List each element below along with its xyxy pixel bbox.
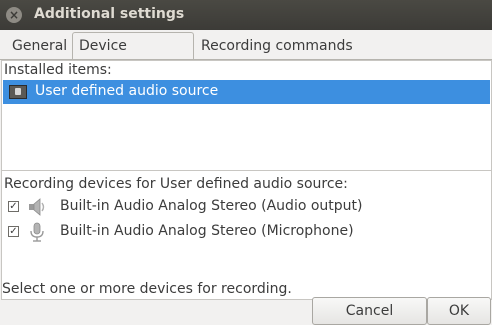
status-message: Select one or more devices for recording… — [2, 281, 292, 297]
installed-items-list: Installed items: User defined audio sour… — [1, 60, 492, 172]
audio-source-icon — [9, 85, 27, 99]
cancel-button[interactable]: Cancel — [312, 297, 427, 325]
list-item-label: User defined audio source — [35, 83, 219, 99]
tab-recording-commands[interactable]: Recording commands — [195, 34, 359, 58]
device-label-audio-output: Built-in Audio Analog Stereo (Audio outp… — [60, 198, 363, 214]
device-row-microphone: ✓ Built-in Audio Analog Stereo (Micropho… — [8, 221, 478, 245]
tab-device-settings[interactable]: Device settings — [72, 32, 194, 80]
device-checkbox-microphone[interactable]: ✓ — [8, 226, 19, 237]
device-label-microphone: Built-in Audio Analog Stereo (Microphone… — [60, 223, 354, 239]
device-row-audio-output: ✓ Built-in Audio Analog Stereo (Audio ou… — [8, 196, 478, 220]
close-icon[interactable]: × — [6, 7, 22, 23]
device-checkbox-audio-output[interactable]: ✓ — [8, 201, 19, 212]
installed-items-label: Installed items: — [4, 62, 112, 78]
speaker-icon — [29, 198, 45, 216]
microphone-icon — [30, 222, 44, 242]
title-bar: × Additional settings — [0, 0, 492, 30]
window-title: Additional settings — [34, 6, 185, 22]
tab-general[interactable]: General — [6, 34, 73, 58]
tab-bar: General Device settings Recording comman… — [0, 30, 492, 80]
ok-button[interactable]: OK — [427, 297, 491, 325]
list-item[interactable]: User defined audio source — [3, 80, 490, 104]
recording-devices-label: Recording devices for User defined audio… — [4, 176, 348, 192]
